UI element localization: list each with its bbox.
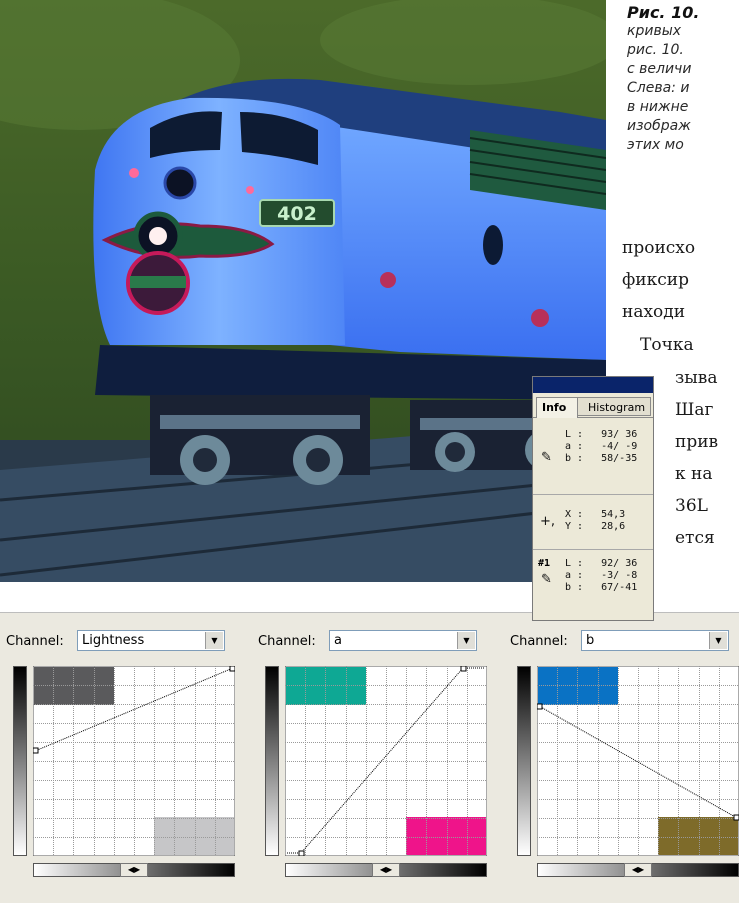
swatch-bottom [154, 817, 234, 855]
readout-l: L : 93/ 36 [565, 429, 638, 440]
caption-line: изображ [627, 118, 691, 134]
caption-line: в нижне [627, 99, 689, 115]
gradient-toggle-icon[interactable]: ◀▶ [120, 863, 148, 877]
curve-point[interactable] [460, 666, 467, 672]
curves-panel-a: Channel: a ▼ ◀▶ [252, 613, 487, 903]
body-text-line: прив [675, 432, 719, 452]
channel-select[interactable]: Lightness ▼ [77, 630, 225, 651]
curve-point[interactable] [229, 666, 235, 672]
readout-y: Y : 28,6 [565, 521, 626, 532]
curves-panel-b: Channel: b ▼ ◀▶ [504, 613, 739, 903]
lab-readout-section: ✎ L : 93/ 36 a : -4/ -9 b : 58/-35 [533, 418, 653, 495]
caption-line: с величи [627, 61, 692, 77]
info-palette: Info Histogram ✎ L : 93/ 36 a : -4/ -9 b… [532, 376, 654, 621]
eyedropper-icon: ✎ [541, 572, 552, 587]
channel-label: Channel: [6, 634, 64, 649]
curve-point[interactable] [733, 814, 739, 821]
body-text-line: происхо [622, 238, 696, 258]
curve-point[interactable] [298, 850, 305, 856]
channel-select[interactable]: a ▼ [329, 630, 477, 651]
number-plate-text: 402 [277, 203, 317, 225]
curves-dialog-strip: Channel: Lightness ▼ ◀▶ Channel: a ▼ ◀▶ … [0, 612, 739, 903]
body-text-line: Точка [640, 335, 694, 355]
curve-point[interactable] [537, 703, 543, 710]
sampler-label: #1 [538, 558, 551, 569]
caption-line: Слева: и [627, 80, 690, 96]
chevron-down-icon[interactable]: ▼ [205, 632, 223, 649]
input-gradient-bar: ◀▶ [537, 863, 739, 877]
caption-line: кривых [627, 23, 682, 39]
palette-titlebar[interactable] [533, 377, 653, 393]
sampler-readout-section: #1 ✎ L : 92/ 36 a : -3/ -8 b : 67/-41 [533, 550, 653, 610]
body-text-line: 36L [675, 496, 708, 516]
gradient-toggle-icon[interactable]: ◀▶ [624, 863, 652, 877]
channel-label: Channel: [258, 634, 316, 649]
readout-a: a : -3/ -8 [565, 570, 638, 581]
input-gradient-bar: ◀▶ [285, 863, 487, 877]
body-text-line: Шаг [675, 400, 714, 420]
channel-select[interactable]: b ▼ [581, 630, 729, 651]
eyedropper-icon: ✎ [541, 450, 552, 465]
gradient-toggle-icon[interactable]: ◀▶ [372, 863, 400, 877]
channel-label: Channel: [510, 634, 568, 649]
body-text-line: зыва [675, 368, 718, 388]
palette-tabs: Info Histogram [533, 393, 653, 418]
caption-line: рис. 10. [627, 42, 684, 58]
chevron-down-icon[interactable]: ▼ [709, 632, 727, 649]
readout-a: a : -4/ -9 [565, 441, 638, 452]
figure-caption: Рис. 10. кривых рис. 10. с величи Слева:… [627, 3, 739, 155]
chevron-down-icon[interactable]: ▼ [457, 632, 475, 649]
input-gradient-bar: ◀▶ [33, 863, 235, 877]
readout-x: X : 54,3 [565, 509, 626, 520]
curves-panel-lightness: Channel: Lightness ▼ ◀▶ [0, 613, 235, 903]
output-gradient-bar [13, 666, 27, 856]
output-gradient-bar [517, 666, 531, 856]
curve-graph[interactable] [285, 666, 487, 856]
tab-histogram[interactable]: Histogram [575, 397, 651, 416]
output-gradient-bar [265, 666, 279, 856]
curve-graph[interactable] [537, 666, 739, 856]
crosshair-icon: +, [540, 514, 556, 529]
tab-info[interactable]: Info [536, 397, 578, 418]
caption-line: этих мо [627, 137, 684, 153]
body-text-line: фиксир [622, 270, 689, 290]
swatch-bottom [406, 817, 486, 855]
readout-l: L : 92/ 36 [565, 558, 638, 569]
body-text-line: находи [622, 302, 686, 322]
readout-b: b : 58/-35 [565, 453, 638, 464]
readout-b: b : 67/-41 [565, 582, 638, 593]
channel-select-value: Lightness [82, 633, 145, 648]
swatch-bottom [658, 817, 738, 855]
channel-select-value: a [334, 633, 342, 648]
caption-title: Рис. 10. [627, 3, 700, 22]
body-text-line: к на [675, 464, 713, 484]
body-text-line: ется [675, 528, 715, 548]
xy-readout-section: +, X : 54,3 Y : 28,6 [533, 495, 653, 550]
channel-select-value: b [586, 633, 595, 648]
curve-graph[interactable] [33, 666, 235, 856]
curve-point[interactable] [33, 747, 39, 754]
locomotive-photo: 402 [0, 0, 606, 582]
